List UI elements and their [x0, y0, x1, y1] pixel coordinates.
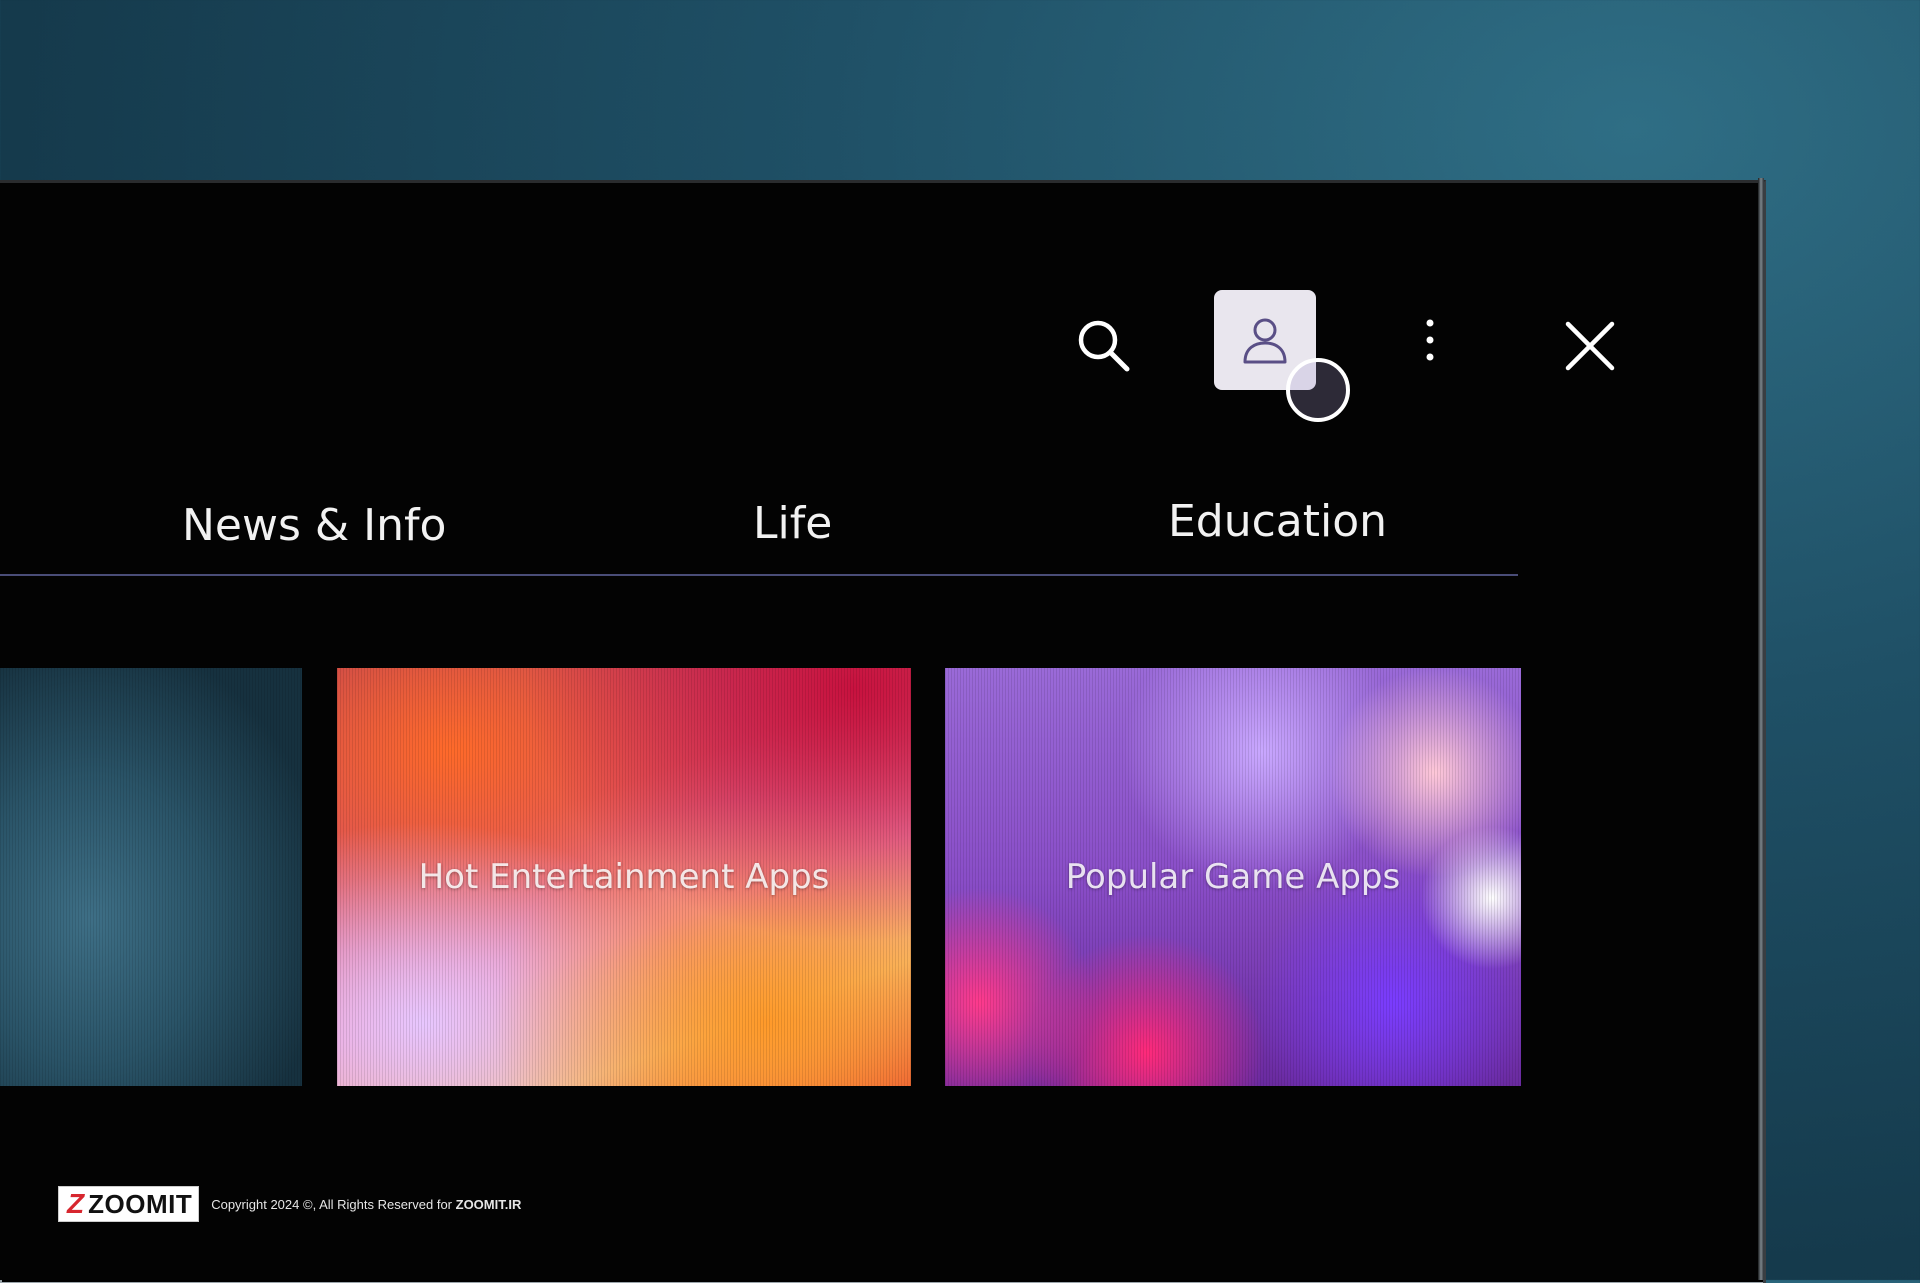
tab-news-info[interactable]: News & Info	[182, 500, 446, 551]
logo-text: ZOOMIT	[88, 1188, 193, 1219]
category-card-partial[interactable]	[0, 668, 302, 1086]
more-options-button[interactable]	[1410, 310, 1450, 370]
search-button[interactable]	[1064, 306, 1144, 386]
card-label: Popular Game Apps	[1065, 857, 1401, 897]
watermark: Z ZOOMIT Copyright 2024 ©, All Rights Re…	[58, 1186, 521, 1222]
magic-remote-pointer	[1286, 358, 1350, 422]
category-tabs: News & Info Life Education	[0, 480, 1520, 580]
copyright-text: Copyright 2024 ©, All Rights Reserved fo…	[211, 1197, 521, 1212]
tab-education[interactable]: Education	[1168, 496, 1387, 547]
card-popular-game-apps[interactable]: Popular Game Apps	[945, 668, 1521, 1086]
card-label: Hot Entertainment Apps	[418, 857, 830, 897]
tv-edge	[1758, 178, 1764, 1280]
copyright-prefix: Copyright 2024 ©, All Rights Reserved fo…	[211, 1196, 456, 1212]
close-icon	[1565, 321, 1615, 371]
tab-life[interactable]: Life	[753, 498, 832, 549]
card-hot-entertainment-apps[interactable]: Hot Entertainment Apps	[337, 668, 911, 1086]
tab-divider	[0, 574, 1518, 576]
close-button[interactable]	[1550, 306, 1630, 386]
copyright-site: ZOOMIT.IR	[455, 1196, 522, 1212]
logo-mark: Z	[67, 1188, 85, 1219]
zoomit-logo: Z ZOOMIT	[58, 1186, 200, 1222]
search-icon	[1078, 320, 1130, 372]
user-icon	[1243, 318, 1287, 364]
more-vertical-icon	[1426, 319, 1434, 361]
